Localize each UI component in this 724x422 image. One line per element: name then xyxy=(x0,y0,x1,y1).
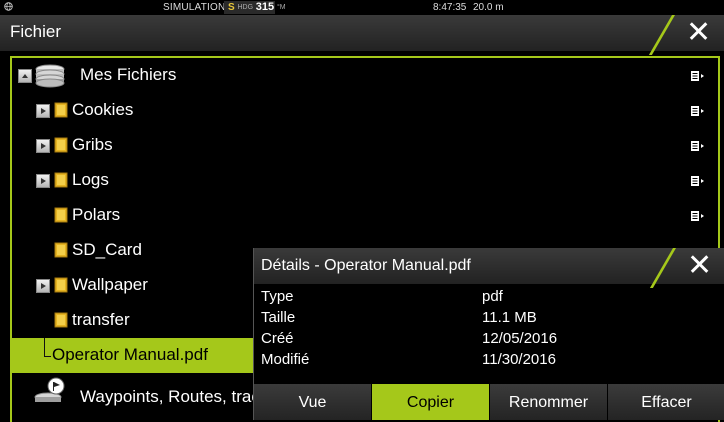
triangle-up-icon xyxy=(22,74,28,78)
folder-label: Waypoints, Routes, traces xyxy=(80,387,278,406)
detail-key: Type xyxy=(261,288,294,305)
context-menu-icon[interactable] xyxy=(690,175,706,187)
tree-root-label: Mes Fichiers xyxy=(80,65,177,84)
waypoint-database-icon xyxy=(34,377,65,402)
action-bar: Vue Copier Renommer Effacer xyxy=(254,384,724,420)
detail-row-modified: Modifié 11/30/2016 xyxy=(254,351,724,372)
folder-item-cookies[interactable]: Cookies xyxy=(12,93,718,128)
heading-source: S xyxy=(228,2,235,13)
folder-item-gribs[interactable]: Gribs xyxy=(12,128,718,163)
folder-item-polars[interactable]: Polars xyxy=(12,198,718,233)
heading-unit: °M xyxy=(276,4,286,11)
heading-value: 315 xyxy=(255,1,275,13)
expand-toggle[interactable] xyxy=(36,174,50,188)
file-label: Operator Manual.pdf xyxy=(52,345,208,364)
folder-label: Logs xyxy=(72,170,109,189)
triangle-right-icon xyxy=(41,283,46,289)
tree-connector xyxy=(44,338,51,357)
status-bar: SIMULATION... S HDG 315 °M 8:47:35 20.0 … xyxy=(0,0,724,15)
folder-label: Gribs xyxy=(72,135,113,154)
view-button[interactable]: Vue xyxy=(254,384,372,420)
folder-label: Wallpaper xyxy=(72,275,148,294)
title-bar: Fichier ✕ xyxy=(0,15,724,55)
folder-icon xyxy=(54,242,68,258)
heading-readout: S HDG 315 °M xyxy=(224,1,286,14)
triangle-right-icon xyxy=(41,143,46,149)
detail-key: Modifié xyxy=(261,351,310,368)
folder-label: SD_Card xyxy=(72,240,142,259)
context-menu-icon[interactable] xyxy=(690,105,706,117)
context-menu-icon[interactable] xyxy=(690,140,706,152)
detail-row-type: Type pdf xyxy=(254,288,724,309)
folder-icon xyxy=(54,172,68,188)
triangle-right-icon xyxy=(41,108,46,114)
detail-row-created: Créé 12/05/2016 xyxy=(254,330,724,351)
close-icon: ✕ xyxy=(687,249,713,282)
copy-button[interactable]: Copier xyxy=(372,384,490,420)
details-dialog: Détails - Operator Manual.pdf ✕ Type pdf… xyxy=(253,248,724,420)
folder-icon xyxy=(54,277,68,293)
folder-item-logs[interactable]: Logs xyxy=(12,163,718,198)
detail-key: Taille xyxy=(261,309,296,326)
folder-label: Polars xyxy=(72,205,121,224)
close-button[interactable]: ✕ xyxy=(648,15,724,55)
folder-icon xyxy=(54,312,68,328)
rename-button[interactable]: Renommer xyxy=(490,384,608,420)
detail-row-size: Taille 11.1 MB xyxy=(254,309,724,330)
collapse-toggle[interactable] xyxy=(18,69,32,83)
page-title: Fichier xyxy=(10,22,62,41)
context-menu-icon[interactable] xyxy=(690,210,706,222)
expand-toggle[interactable] xyxy=(36,104,50,118)
expand-toggle[interactable] xyxy=(36,139,50,153)
accent-divider xyxy=(648,15,675,55)
storage-icon xyxy=(35,64,65,88)
detail-value: 11.1 MB xyxy=(482,309,537,326)
detail-key: Créé xyxy=(261,330,294,347)
dialog-close-button[interactable]: ✕ xyxy=(649,248,724,288)
detail-value: 12/05/2016 xyxy=(482,330,558,347)
delete-button[interactable]: Effacer xyxy=(608,384,724,420)
clock: 8:47:35 xyxy=(433,2,467,13)
heading-label: HDG xyxy=(237,4,254,11)
detail-value: 11/30/2016 xyxy=(482,351,556,368)
expand-toggle[interactable] xyxy=(36,279,50,293)
globe-icon xyxy=(4,2,13,11)
close-icon: ✕ xyxy=(686,16,712,49)
triangle-right-icon xyxy=(41,178,46,184)
range-readout: 20.0 m xyxy=(473,2,504,13)
detail-value: pdf xyxy=(482,288,503,305)
context-menu-icon[interactable] xyxy=(690,70,706,82)
dialog-header: Détails - Operator Manual.pdf ✕ xyxy=(254,248,724,288)
tree-root-my-files[interactable]: Mes Fichiers xyxy=(12,58,718,93)
folder-icon xyxy=(54,102,68,118)
dialog-title: Détails - Operator Manual.pdf xyxy=(261,257,471,274)
accent-divider xyxy=(649,248,676,288)
folder-icon xyxy=(54,207,68,223)
folder-label: Cookies xyxy=(72,100,134,119)
folder-label: transfer xyxy=(72,310,130,329)
folder-icon xyxy=(54,137,68,153)
